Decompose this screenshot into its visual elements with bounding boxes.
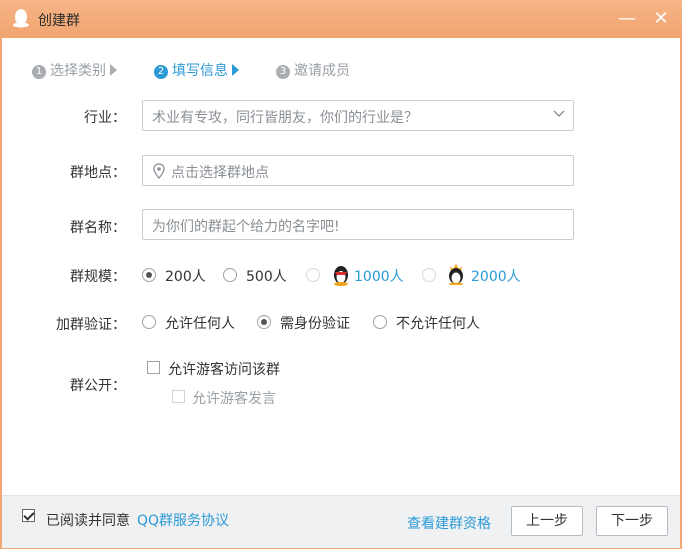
group-name-placeholder: 为你们的群起个给力的名字吧!: [152, 219, 340, 235]
verify-anyone-label: 允许任何人: [165, 316, 235, 332]
location-field[interactable]: 点击选择群地点: [142, 155, 574, 186]
step-2-label: 填写信息: [172, 63, 228, 79]
allow-guest-speak-label: 允许游客发言: [192, 391, 276, 407]
verify-nobody-radio[interactable]: [373, 315, 387, 329]
size-2000-label: 2000人: [471, 269, 521, 285]
title-bar[interactable]: 创建群 — ✕: [0, 0, 682, 38]
window-title: 创建群: [38, 13, 80, 29]
location-placeholder: 点击选择群地点: [171, 165, 269, 181]
group-public-label: 群公开：: [70, 378, 126, 394]
penguin-vip-icon: [334, 266, 348, 286]
industry-label: 行业：: [84, 110, 126, 126]
step-2-arrow-icon: [232, 64, 239, 76]
agree-checkbox[interactable]: [22, 509, 35, 522]
step-1-arrow-icon: [110, 64, 117, 76]
footer-bar: 已阅读并同意 QQ群服务协议 查看建群资格 上一步 下一步: [2, 495, 680, 548]
qualification-link[interactable]: 查看建群资格: [407, 513, 491, 533]
form-area: 1 选择类别 2 填写信息 3 邀请成员 行业： 术业有专攻，同行皆朋友，你们的行业是…: [2, 38, 680, 495]
size-2000-radio[interactable]: [422, 268, 436, 282]
size-1000-radio[interactable]: [306, 268, 320, 282]
verify-nobody-label: 不允许任何人: [396, 316, 480, 332]
join-verify-label: 加群验证：: [56, 317, 126, 333]
qq-penguin-icon: [13, 9, 29, 28]
location-pin-icon: [153, 163, 165, 179]
step-2: 2 填写信息: [154, 60, 239, 80]
industry-placeholder: 术业有专攻，同行皆朋友，你们的行业是？: [152, 110, 418, 126]
size-500-radio[interactable]: [223, 268, 237, 282]
size-200-radio[interactable]: [142, 268, 156, 282]
allow-guest-visit-checkbox[interactable]: [147, 361, 160, 374]
minimize-button[interactable]: —: [616, 8, 638, 30]
allow-guest-speak-checkbox[interactable]: [172, 390, 185, 403]
close-button[interactable]: ✕: [650, 8, 672, 30]
penguin-crown-icon: [449, 264, 463, 285]
step-1-number: 1: [32, 65, 46, 79]
group-name-label: 群名称：: [70, 220, 126, 236]
size-200-label: 200人: [165, 269, 206, 285]
allow-guest-visit-label: 允许游客访问该群: [168, 362, 280, 378]
agree-text: 已阅读并同意: [46, 513, 130, 529]
create-group-window: 创建群 — ✕ 1 选择类别 2 填写信息 3 邀请成员 行业： 术业有专攻，同行皆朋…: [0, 0, 682, 549]
size-1000-label: 1000人: [354, 269, 404, 285]
agreement-link[interactable]: QQ群服务协议: [137, 510, 229, 530]
size-500-label: 500人: [246, 269, 287, 285]
chevron-down-icon: [553, 110, 565, 117]
step-1-label: 选择类别: [50, 63, 106, 79]
group-size-label: 群规模：: [70, 269, 126, 285]
step-2-number: 2: [154, 65, 168, 79]
next-step-button[interactable]: 下一步: [596, 506, 668, 536]
prev-step-button[interactable]: 上一步: [511, 506, 583, 536]
step-3: 3 邀请成员: [276, 60, 350, 80]
group-name-input[interactable]: 为你们的群起个给力的名字吧!: [142, 209, 574, 240]
industry-select[interactable]: 术业有专攻，同行皆朋友，你们的行业是？: [142, 100, 574, 131]
step-3-number: 3: [276, 65, 290, 79]
location-label: 群地点：: [70, 165, 126, 181]
verify-anyone-radio[interactable]: [142, 315, 156, 329]
verify-identity-radio[interactable]: [257, 315, 271, 329]
verify-identity-label: 需身份验证: [280, 316, 350, 332]
step-1: 1 选择类别: [32, 60, 117, 80]
step-3-label: 邀请成员: [294, 63, 350, 79]
